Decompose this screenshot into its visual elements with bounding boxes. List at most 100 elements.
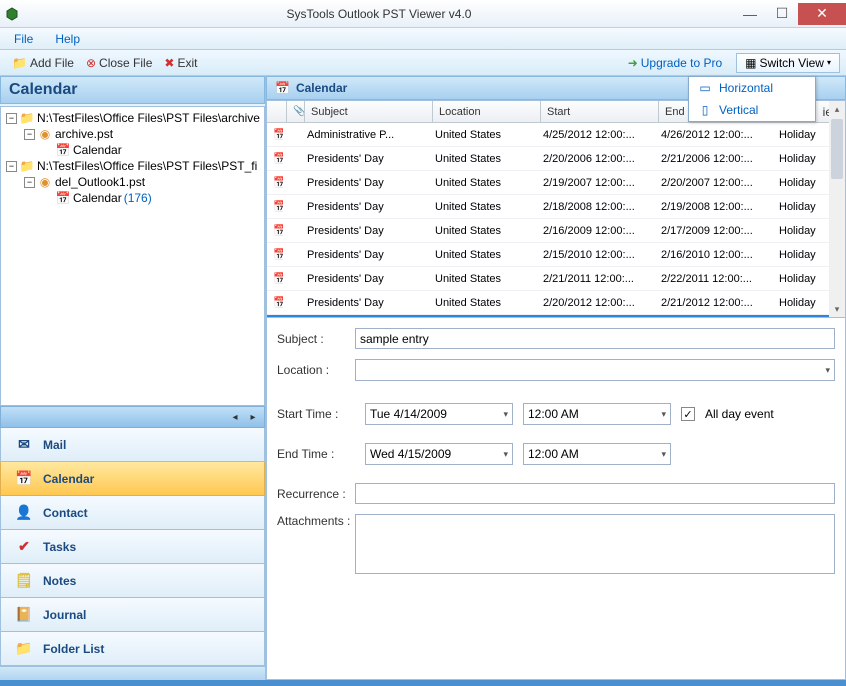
table-row[interactable]: 📅Presidents' DayUnited States2/21/2011 1… — [267, 267, 845, 291]
tree-node-root-2[interactable]: − 📁 N:\TestFiles\Office Files\PST Files\… — [4, 158, 264, 174]
menu-help[interactable]: Help — [55, 32, 80, 46]
nav-label: Folder List — [43, 642, 104, 656]
start-date-select[interactable]: Tue 4/14/2009 ▾ — [365, 403, 513, 425]
calendar-row-icon: 📅 — [267, 125, 283, 144]
menu-file[interactable]: File — [14, 32, 33, 46]
detail-form: Subject : Location : ▾ Start Time : Tue … — [266, 318, 846, 680]
right-panel: 📅 Calendar 📎 Subject Location Start End … — [266, 76, 846, 680]
attachments-label: Attachments : — [277, 514, 355, 528]
nav-journal[interactable]: 📔 Journal — [0, 598, 265, 632]
table-scrollbar[interactable]: ▴ ▾ — [829, 101, 845, 317]
tree-node-calendar-2[interactable]: 📅 Calendar (176) — [4, 190, 264, 206]
vertical-layout-icon: ▯ — [697, 103, 713, 117]
maximize-button[interactable]: ☐ — [766, 3, 798, 25]
tree-label: Calendar — [73, 143, 122, 157]
chevron-down-icon: ▾ — [661, 409, 666, 420]
switch-view-vertical[interactable]: ▯ Vertical — [689, 99, 815, 121]
chevron-down-icon: ▾ — [503, 449, 508, 460]
layout-icon: ▦ — [745, 56, 756, 70]
nav-calendar[interactable]: 📅 Calendar — [0, 462, 265, 496]
row-subject: Presidents' Day — [301, 246, 429, 264]
row-location: United States — [429, 222, 537, 240]
nav-label: Notes — [43, 574, 76, 588]
row-location: United States — [429, 198, 537, 216]
row-location: United States — [429, 270, 537, 288]
tree-node-del-outlook[interactable]: − ◉ del_Outlook1.pst — [4, 174, 264, 190]
col-attachment[interactable]: 📎 — [287, 101, 305, 122]
location-select[interactable]: ▾ — [355, 359, 835, 381]
tree-node-archive[interactable]: − ◉ archive.pst — [4, 126, 264, 142]
switch-view-button[interactable]: ▦ Switch View ▾ — [736, 53, 840, 73]
nav-notes[interactable]: 🗒 Notes — [0, 564, 265, 598]
row-start: 2/20/2012 12:00:... — [537, 294, 655, 312]
all-day-checkbox[interactable]: ✓ — [681, 407, 695, 421]
row-location: United States — [429, 126, 537, 144]
upgrade-button[interactable]: ➜ Upgrade to Pro — [620, 54, 730, 72]
table-row[interactable]: 📅Presidents' DayUnited States2/20/2006 1… — [267, 147, 845, 171]
tree-node-root[interactable]: − 📁 N:\TestFiles\Office Files\PST Files\… — [4, 110, 264, 126]
status-bar — [0, 680, 846, 686]
nav-label: Contact — [43, 506, 88, 520]
table-row[interactable]: 📅sample entry4/14/2009 12:00:...4/15/200… — [267, 315, 845, 318]
tree-collapse-icon[interactable]: − — [24, 177, 35, 188]
chevron-down-icon: ▾ — [503, 409, 508, 420]
titlebar: SysTools Outlook PST Viewer v4.0 — ☐ ✕ — [0, 0, 846, 28]
pst-file-icon: ◉ — [37, 175, 53, 189]
chevron-down-icon: ▾ — [661, 449, 666, 460]
switch-view-horizontal[interactable]: ▭ Horizontal — [689, 77, 815, 99]
folder-tree[interactable]: − 📁 N:\TestFiles\Office Files\PST Files\… — [0, 106, 265, 406]
table-row[interactable]: 📅Presidents' DayUnited States2/19/2007 1… — [267, 171, 845, 195]
row-attach — [283, 132, 301, 138]
row-end: 2/21/2006 12:00:... — [655, 150, 773, 168]
tasks-icon: ✔ — [15, 538, 33, 555]
tree-node-calendar-1[interactable]: 📅 Calendar — [4, 142, 264, 158]
col-location[interactable]: Location — [433, 101, 541, 122]
nav-left-icon[interactable]: ◂ — [228, 410, 242, 424]
nav-list: ✉ Mail 📅 Calendar 👤 Contact ✔ Tasks 🗒 No… — [0, 428, 265, 666]
table-row[interactable]: 📅Presidents' DayUnited States2/18/2008 1… — [267, 195, 845, 219]
journal-icon: 📔 — [15, 606, 33, 623]
close-file-button[interactable]: ⊗ Close File — [80, 54, 158, 72]
start-time-label: Start Time : — [277, 407, 355, 421]
end-time-label: End Time : — [277, 447, 355, 461]
recurrence-input[interactable] — [355, 483, 835, 504]
exit-button[interactable]: ✖ Exit — [158, 54, 203, 72]
close-circle-icon: ⊗ — [86, 56, 96, 70]
tree-collapse-icon[interactable]: − — [6, 113, 17, 124]
nav-folder-list[interactable]: 📁 Folder List — [0, 632, 265, 666]
calendar-icon: 📅 — [55, 191, 71, 205]
close-button[interactable]: ✕ — [798, 3, 846, 25]
end-time-select[interactable]: 12:00 AM ▾ — [523, 443, 671, 465]
tree-collapse-icon[interactable]: − — [6, 161, 17, 172]
col-icon[interactable] — [267, 101, 287, 122]
nav-contact[interactable]: 👤 Contact — [0, 496, 265, 530]
row-end: 2/19/2008 12:00:... — [655, 198, 773, 216]
attachments-box[interactable] — [355, 514, 835, 574]
switch-view-label: Switch View — [760, 56, 824, 70]
col-start[interactable]: Start — [541, 101, 659, 122]
folder-icon: 📁 — [19, 111, 35, 125]
minimize-button[interactable]: — — [734, 3, 766, 25]
col-subject[interactable]: Subject — [305, 101, 433, 122]
add-file-button[interactable]: 📁 Add File — [6, 54, 80, 72]
location-label: Location : — [277, 363, 355, 377]
nav-tasks[interactable]: ✔ Tasks — [0, 530, 265, 564]
row-subject: Presidents' Day — [301, 174, 429, 192]
nav-mail[interactable]: ✉ Mail — [0, 428, 265, 462]
scroll-down-icon[interactable]: ▾ — [829, 301, 845, 317]
subject-input[interactable] — [355, 328, 835, 349]
nav-right-icon[interactable]: ▸ — [246, 410, 260, 424]
all-day-label: All day event — [705, 407, 774, 421]
table-row[interactable]: 📅Presidents' DayUnited States2/15/2010 1… — [267, 243, 845, 267]
row-start: 4/25/2012 12:00:... — [537, 126, 655, 144]
table-row[interactable]: 📅Administrative P...United States4/25/20… — [267, 123, 845, 147]
calendar-icon: 📅 — [15, 470, 33, 487]
tree-collapse-icon[interactable]: − — [24, 129, 35, 140]
start-time-select[interactable]: 12:00 AM ▾ — [523, 403, 671, 425]
scroll-thumb[interactable] — [831, 119, 843, 179]
end-date-select[interactable]: Wed 4/15/2009 ▾ — [365, 443, 513, 465]
table-row[interactable]: 📅Presidents' DayUnited States2/20/2012 1… — [267, 291, 845, 315]
scroll-up-icon[interactable]: ▴ — [829, 101, 845, 117]
table-row[interactable]: 📅Presidents' DayUnited States2/16/2009 1… — [267, 219, 845, 243]
upgrade-label: Upgrade to Pro — [641, 56, 722, 70]
